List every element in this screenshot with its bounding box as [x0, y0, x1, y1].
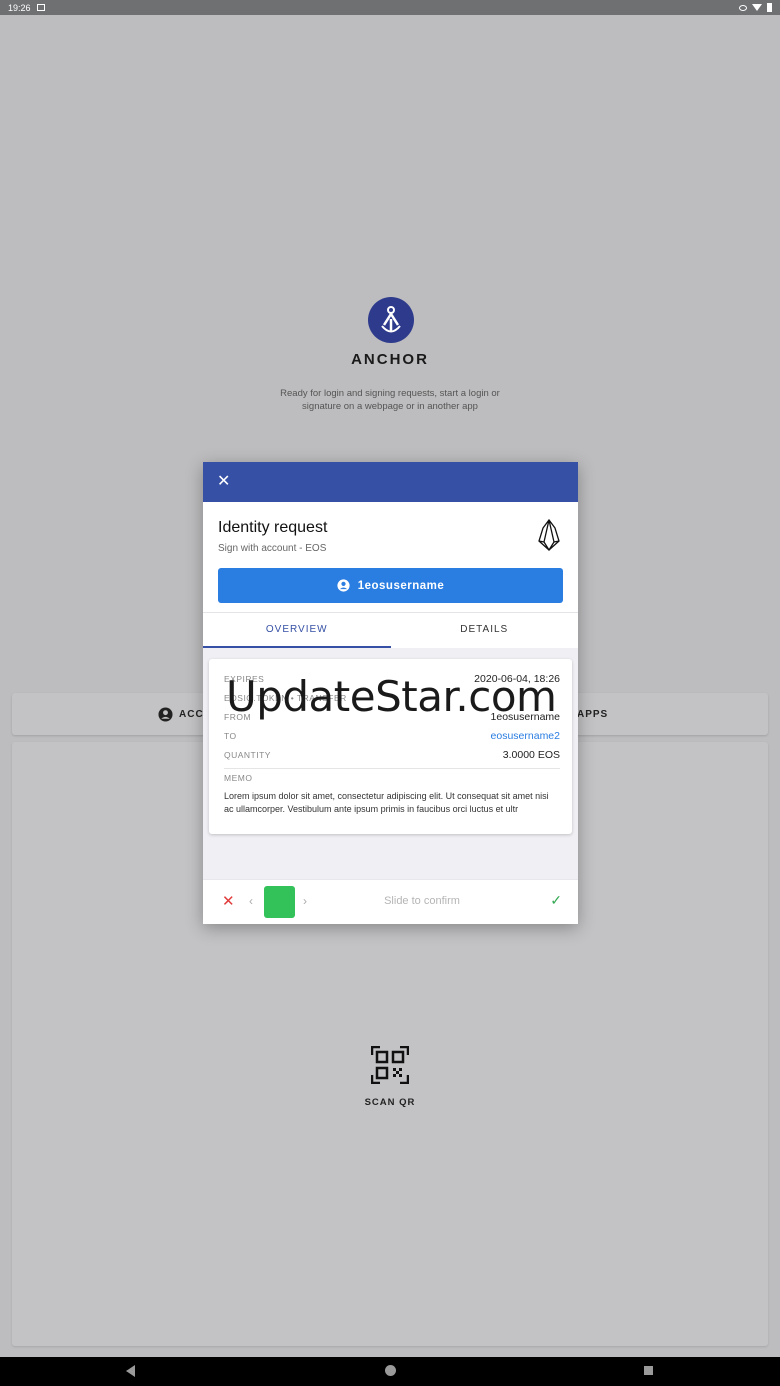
to-value[interactable]: eosusername2 — [491, 730, 560, 742]
qr-scan-icon — [370, 1045, 410, 1085]
cancel-icon[interactable]: ✕ — [222, 892, 235, 910]
tab-apps[interactable]: APPS — [577, 709, 608, 720]
eos-logo-icon — [538, 519, 560, 551]
slide-to-confirm: ✕ ‹ › Slide to confirm ✓ — [203, 879, 578, 924]
identity-request-modal: ✕ Identity request Sign with account - E… — [203, 462, 578, 924]
quantity-value: 3.0000 EOS — [502, 748, 560, 761]
recent-apps-icon[interactable] — [644, 1366, 653, 1375]
back-icon[interactable] — [126, 1365, 135, 1377]
from-label: FROM — [224, 711, 252, 722]
chevron-right-icon: › — [303, 894, 307, 908]
expires-label: EXPIRES — [224, 673, 265, 684]
expires-row: EXPIRES 2020-06-04, 18:26 — [224, 669, 560, 688]
account-select-button[interactable]: 1eosusername — [218, 568, 563, 603]
to-label: TO — [224, 730, 237, 741]
status-time: 19:26 — [8, 2, 31, 13]
brand-tagline: Ready for login and signing requests, st… — [280, 388, 500, 412]
quantity-row: QUANTITY 3.0000 EOS — [224, 745, 560, 764]
battery-icon — [767, 3, 772, 12]
status-icons — [739, 3, 772, 12]
request-title: Identity request — [218, 519, 328, 536]
close-icon[interactable]: ✕ — [217, 474, 230, 490]
from-value: 1eosusername — [490, 710, 560, 723]
expires-value: 2020-06-04, 18:26 — [474, 672, 560, 685]
tab-accounts-label: ACC — [179, 709, 204, 720]
home-icon[interactable] — [385, 1365, 396, 1376]
contract-row: EOSIO.TOKEN • TRANSFER — [224, 688, 560, 707]
modal-header: ✕ — [203, 462, 578, 502]
tab-overview[interactable]: OVERVIEW — [203, 613, 391, 648]
eye-icon — [739, 4, 747, 11]
account-circle-icon — [337, 579, 350, 592]
image-notification-icon — [36, 4, 45, 11]
slide-to-confirm-label: Slide to confirm — [384, 895, 460, 907]
memo-label: MEMO — [224, 773, 253, 783]
brand-name: ANCHOR — [351, 351, 429, 368]
divider — [224, 768, 560, 769]
scan-qr-label: SCAN QR — [364, 1097, 416, 1108]
anchor-logo-icon — [368, 297, 414, 343]
account-name: 1eosusername — [357, 579, 445, 592]
scan-qr-button[interactable]: SCAN QR — [350, 1045, 430, 1108]
from-row: FROM 1eosusername — [224, 707, 560, 726]
to-row: TO eosusername2 — [224, 726, 560, 745]
status-bar: 19:26 — [0, 0, 780, 15]
modal-tabs: OVERVIEW DETAILS — [203, 612, 578, 648]
slider-handle[interactable] — [264, 886, 295, 918]
transaction-details-card: EXPIRES 2020-06-04, 18:26 EOSIO.TOKEN • … — [209, 659, 572, 834]
request-subtitle: Sign with account - EOS — [218, 543, 327, 554]
account-circle-icon — [158, 707, 173, 722]
tab-accounts[interactable]: ACC — [158, 707, 204, 722]
chevron-left-icon: ‹ — [249, 894, 253, 908]
modal-summary: Identity request Sign with account - EOS… — [203, 502, 578, 612]
check-icon: ✓ — [550, 892, 562, 908]
wifi-icon — [752, 4, 762, 11]
contract-label: EOSIO.TOKEN • TRANSFER — [224, 692, 347, 703]
quantity-label: QUANTITY — [224, 749, 271, 760]
tab-details[interactable]: DETAILS — [391, 613, 579, 648]
memo-value: Lorem ipsum dolor sit amet, consectetur … — [224, 791, 549, 814]
